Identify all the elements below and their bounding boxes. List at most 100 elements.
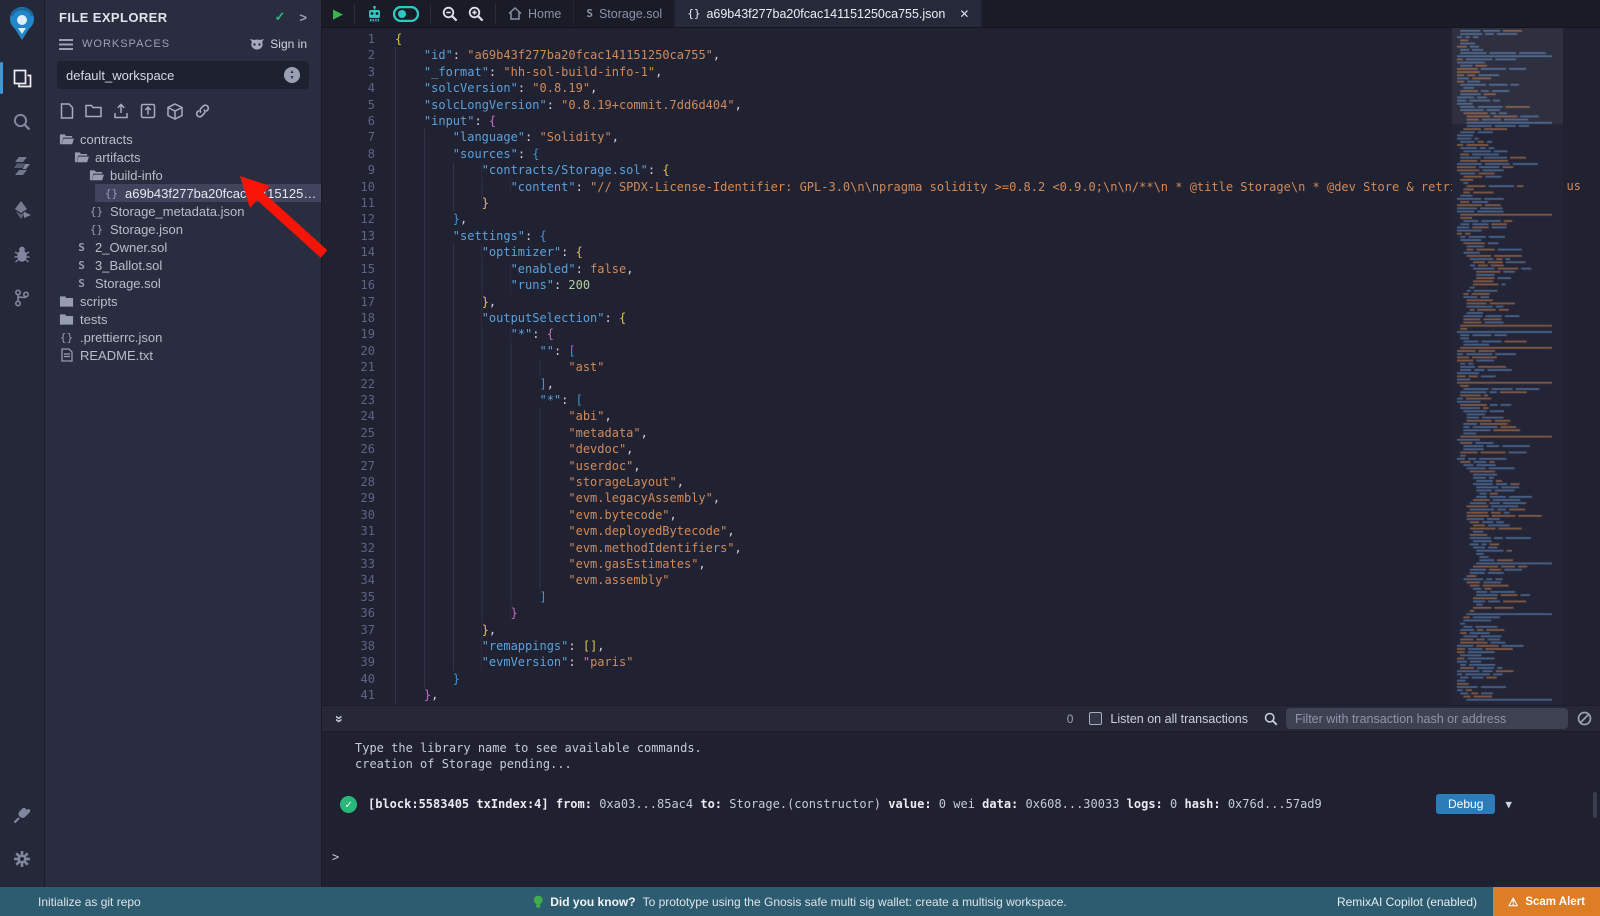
expand-transaction-icon[interactable]: ▼ bbox=[1505, 798, 1512, 811]
tree-item-2-owner-sol[interactable]: S2_Owner.sol bbox=[45, 238, 321, 256]
code-line[interactable]: 34"evm.assembly" bbox=[322, 572, 1600, 588]
code-line[interactable]: 10"content": "// SPDX-License-Identifier… bbox=[322, 179, 1600, 195]
new-folder-icon[interactable] bbox=[85, 103, 102, 120]
code-line[interactable]: 15"enabled": false, bbox=[322, 261, 1600, 277]
tab-home[interactable]: Home bbox=[496, 0, 574, 27]
code-line[interactable]: 22], bbox=[322, 376, 1600, 392]
settings-icon[interactable] bbox=[0, 837, 44, 881]
code-line[interactable]: 39"evmVersion": "paris" bbox=[322, 654, 1600, 670]
tree-item-tests[interactable]: tests bbox=[45, 310, 321, 328]
code-line[interactable]: 6"input": { bbox=[322, 113, 1600, 129]
search-icon[interactable] bbox=[0, 100, 44, 144]
deploy-run-icon[interactable] bbox=[0, 188, 44, 232]
code-line[interactable]: 16"runs": 200 bbox=[322, 277, 1600, 293]
tree-item-build-info[interactable]: build-info bbox=[45, 166, 321, 184]
code-line[interactable]: 7"language": "Solidity", bbox=[322, 129, 1600, 145]
transaction-row[interactable]: ✓ [block:5583405 txIndex:4] from: 0xa03.… bbox=[322, 789, 1600, 819]
upload-file-icon[interactable] bbox=[113, 103, 129, 120]
code-line[interactable]: 29"evm.legacyAssembly", bbox=[322, 490, 1600, 506]
new-file-icon[interactable] bbox=[60, 103, 74, 120]
folder-open-icon bbox=[74, 151, 89, 164]
code-line[interactable]: 40} bbox=[322, 671, 1600, 687]
tree-item-storage-json[interactable]: {}Storage.json bbox=[45, 220, 321, 238]
solidity-compiler-icon[interactable] bbox=[0, 144, 44, 188]
clear-console-icon[interactable] bbox=[1577, 711, 1592, 726]
sign-in-button[interactable]: Sign in bbox=[249, 37, 307, 51]
code-line[interactable]: 36} bbox=[322, 605, 1600, 621]
code-line[interactable]: 17}, bbox=[322, 294, 1600, 310]
code-line[interactable]: 1{ bbox=[322, 31, 1600, 47]
tree-item-3-ballot-sol[interactable]: S3_Ballot.sol bbox=[45, 256, 321, 274]
code-line[interactable]: 37}, bbox=[322, 622, 1600, 638]
folder-icon bbox=[59, 313, 74, 326]
code-line[interactable]: 19"*": { bbox=[322, 326, 1600, 342]
tree-item-artifacts[interactable]: artifacts bbox=[45, 148, 321, 166]
file-explorer-icon[interactable] bbox=[0, 56, 44, 100]
code-line[interactable]: 14"optimizer": { bbox=[322, 244, 1600, 260]
zoom-in-icon[interactable] bbox=[468, 6, 484, 22]
code-editor[interactable]: 1{2"id": "a69b43f277ba20fcac141151250ca7… bbox=[322, 28, 1600, 705]
terminal-prompt[interactable]: > bbox=[332, 850, 339, 864]
tree-item-contracts[interactable]: contracts bbox=[45, 130, 321, 148]
code-line[interactable]: 9"contracts/Storage.sol": { bbox=[322, 162, 1600, 178]
transaction-filter-input[interactable] bbox=[1286, 708, 1568, 729]
tree-item-a69b43f277ba20fcac141151250ca755-json[interactable]: {}a69b43f277ba20fcac141151250ca755.json bbox=[95, 184, 321, 202]
close-tab-icon[interactable]: ✕ bbox=[959, 7, 969, 21]
code-line[interactable]: 21"ast" bbox=[322, 359, 1600, 375]
code-line[interactable]: 20"": [ bbox=[322, 343, 1600, 359]
scam-alert-badge[interactable]: ⚠ Scam Alert bbox=[1493, 887, 1600, 916]
git-init-link[interactable]: Initialize as git repo bbox=[38, 895, 141, 909]
tab-a69b43f277ba20fcac141151250ca755-json[interactable]: {}a69b43f277ba20fcac141151250ca755.json✕ bbox=[675, 0, 982, 27]
tree-item--prettierrc-json[interactable]: {}.prettierrc.json bbox=[45, 328, 321, 346]
clone-link-icon[interactable] bbox=[194, 103, 211, 120]
code-line[interactable]: 18"outputSelection": { bbox=[322, 310, 1600, 326]
code-line[interactable]: 35] bbox=[322, 589, 1600, 605]
code-line[interactable]: 5"solcLongVersion": "0.8.19+commit.7dd6d… bbox=[322, 97, 1600, 113]
code-line[interactable]: 4"solcVersion": "0.8.19", bbox=[322, 80, 1600, 96]
tab-storage-sol[interactable]: SStorage.sol bbox=[574, 0, 675, 27]
minimap[interactable] bbox=[1452, 28, 1563, 705]
tree-item-storage-sol[interactable]: SStorage.sol bbox=[45, 274, 321, 292]
remix-logo-icon[interactable] bbox=[5, 6, 39, 42]
code-line[interactable]: 12}, bbox=[322, 211, 1600, 227]
code-line[interactable]: 38"remappings": [], bbox=[322, 638, 1600, 654]
tree-item-scripts[interactable]: scripts bbox=[45, 292, 321, 310]
run-script-button[interactable]: ▶ bbox=[333, 6, 343, 22]
code-line[interactable]: 2"id": "a69b43f277ba20fcac141151250ca755… bbox=[322, 47, 1600, 63]
upload-folder-icon[interactable] bbox=[140, 103, 156, 120]
plugin-manager-icon[interactable] bbox=[0, 793, 44, 837]
code-line[interactable]: 28"storageLayout", bbox=[322, 474, 1600, 490]
debugger-icon[interactable] bbox=[0, 232, 44, 276]
code-line[interactable]: 8"sources": { bbox=[322, 146, 1600, 162]
terminal-collapse-icon[interactable]: » bbox=[332, 711, 348, 727]
chevron-right-icon[interactable]: > bbox=[299, 10, 307, 25]
code-line[interactable]: 31"evm.deployedBytecode", bbox=[322, 523, 1600, 539]
workspace-box-icon[interactable] bbox=[167, 103, 183, 120]
zoom-out-icon[interactable] bbox=[442, 6, 458, 22]
tree-item-storage-metadata-json[interactable]: {}Storage_metadata.json bbox=[45, 202, 321, 220]
code-line[interactable]: 32"evm.methodIdentifiers", bbox=[322, 540, 1600, 556]
code-line[interactable]: 30"evm.bytecode", bbox=[322, 507, 1600, 523]
code-line[interactable]: 11} bbox=[322, 195, 1600, 211]
tree-item-readme-txt[interactable]: README.txt bbox=[45, 346, 321, 364]
hamburger-menu-icon[interactable] bbox=[59, 39, 73, 50]
copilot-toggle[interactable] bbox=[393, 6, 419, 22]
code-line[interactable]: 23"*": [ bbox=[322, 392, 1600, 408]
listen-checkbox[interactable] bbox=[1089, 712, 1102, 725]
terminal[interactable]: Type the library name to see available c… bbox=[322, 732, 1600, 887]
code-line[interactable]: 25"metadata", bbox=[322, 425, 1600, 441]
terminal-scrollbar[interactable] bbox=[1593, 792, 1597, 818]
workspace-select[interactable]: default_workspace ▲▼ bbox=[57, 61, 309, 89]
code-line[interactable]: 41}, bbox=[322, 687, 1600, 703]
code-line[interactable]: 33"evm.gasEstimates", bbox=[322, 556, 1600, 572]
code-line[interactable]: 26"devdoc", bbox=[322, 441, 1600, 457]
code-line[interactable]: 3"_format": "hh-sol-build-info-1", bbox=[322, 64, 1600, 80]
code-line[interactable]: 13"settings": { bbox=[322, 228, 1600, 244]
code-line[interactable]: 24"abi", bbox=[322, 408, 1600, 424]
code-line[interactable]: 27"userdoc", bbox=[322, 458, 1600, 474]
copilot-status[interactable]: RemixAI Copilot (enabled) bbox=[1337, 895, 1477, 909]
tree-item-label: build-info bbox=[110, 168, 321, 183]
ai-copilot-robot-icon[interactable] bbox=[366, 6, 383, 22]
git-icon[interactable] bbox=[0, 276, 44, 320]
debug-button[interactable]: Debug bbox=[1436, 794, 1495, 814]
